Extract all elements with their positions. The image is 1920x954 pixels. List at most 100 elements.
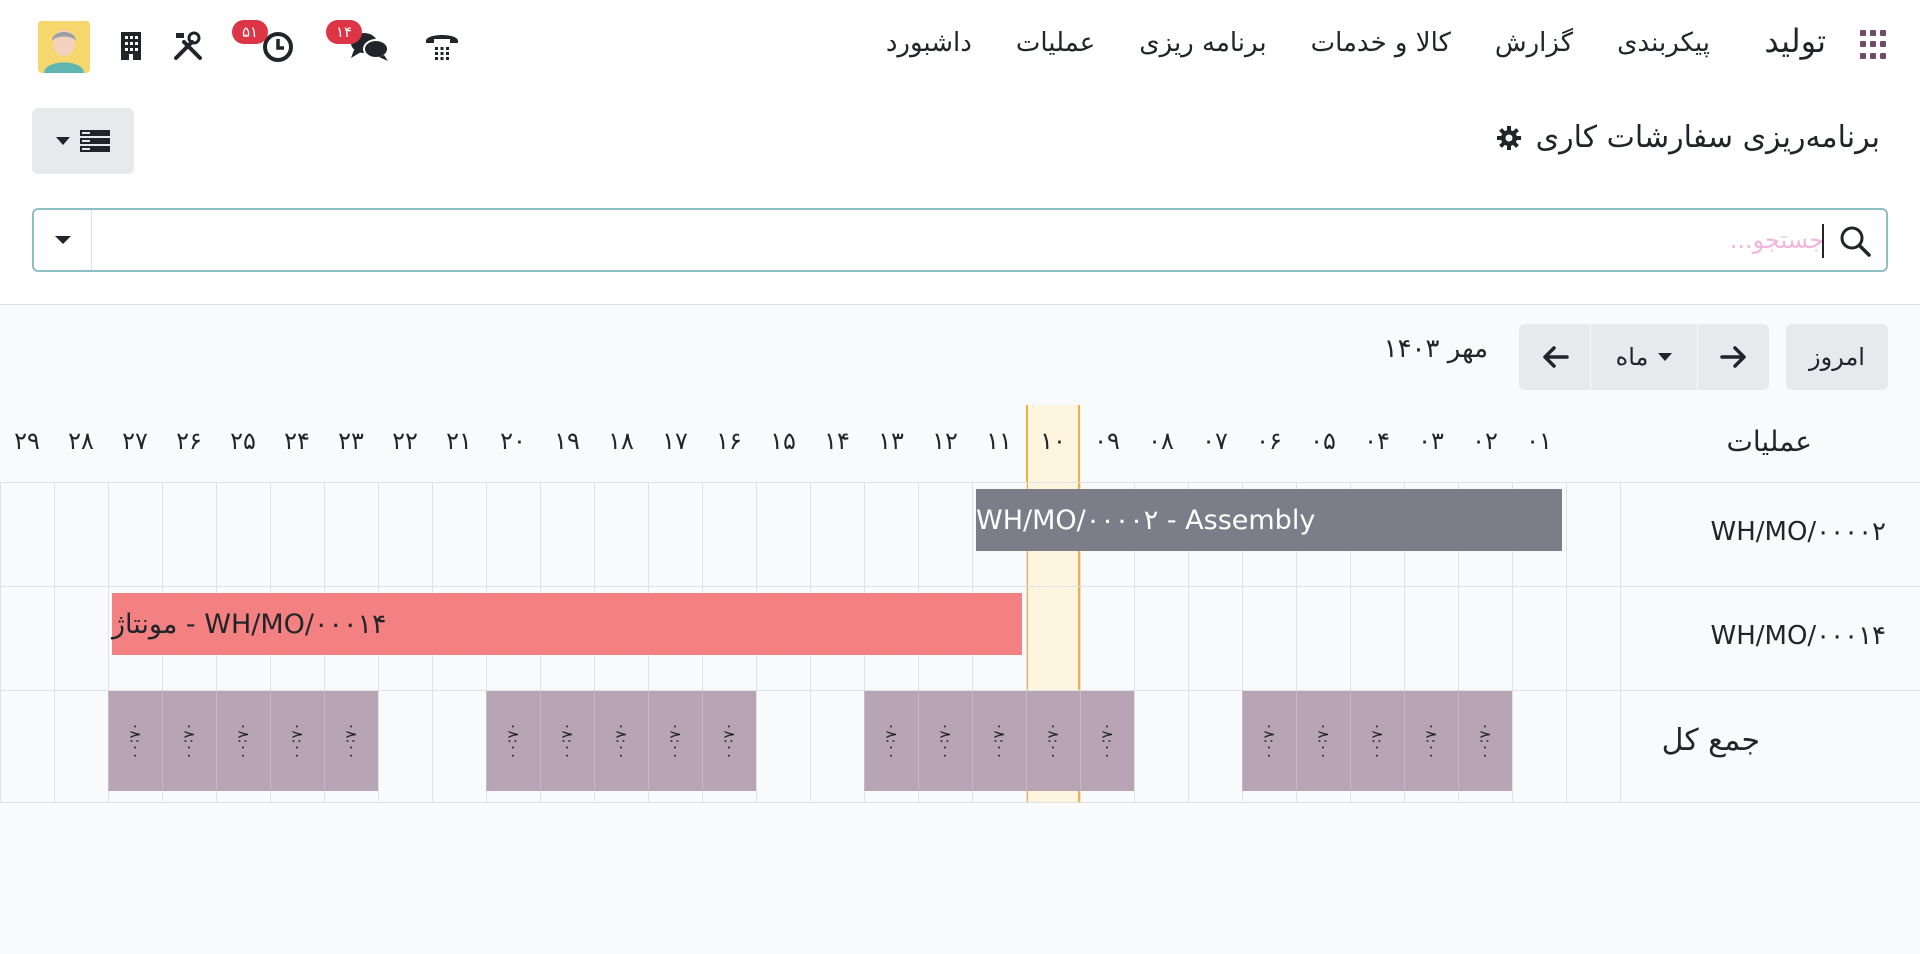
date-range-title: مهر ۱۴۰۳ <box>1383 334 1488 364</box>
total-cell-value: ۰۸:۰۰ <box>126 722 145 760</box>
scale-dropdown[interactable]: ماه <box>1591 324 1697 390</box>
grid-line <box>756 691 757 803</box>
total-cell: ۰۸:۰۰ <box>108 691 162 791</box>
view-switcher-button[interactable] <box>32 108 134 174</box>
grid-line <box>378 691 379 803</box>
grid-line <box>1134 587 1135 691</box>
day-header: ۰۵ <box>1310 427 1336 455</box>
grid-line <box>54 483 55 587</box>
day-header: ۰۶ <box>1256 427 1282 455</box>
day-header: ۲۴ <box>284 427 310 455</box>
task-bar[interactable]: WH/MO/۰۰۰۱۴ - مونتاژ <box>112 593 1022 655</box>
page-title: برنامه‌ریزی سفارشات کاری <box>1496 120 1880 155</box>
grid-line <box>432 483 433 587</box>
grid-line <box>1512 587 1513 691</box>
menu-item-configuration[interactable]: پیکربندی <box>1617 28 1710 64</box>
day-header: ۰۴ <box>1364 427 1390 455</box>
arrow-right-icon <box>1719 346 1746 368</box>
total-cell-value: ۰۸:۰۰ <box>1098 722 1117 760</box>
total-cell: ۰۸:۰۰ <box>648 691 702 791</box>
user-avatar[interactable] <box>38 21 90 73</box>
day-header: ۲۰ <box>500 427 526 455</box>
grid-line <box>108 587 109 691</box>
row-label[interactable]: WH/MO/۰۰۰۱۴ <box>1711 621 1887 651</box>
total-cell-value: ۰۸:۰۰ <box>1476 722 1495 760</box>
grid-line <box>864 483 865 587</box>
menu-item-reporting[interactable]: گزارش <box>1495 28 1573 64</box>
gantt-view-icon <box>80 130 110 152</box>
gear-icon[interactable] <box>1496 125 1522 151</box>
row-label[interactable]: WH/MO/۰۰۰۰۲ <box>1711 517 1887 547</box>
grid-line <box>1512 691 1513 803</box>
menu-item-dashboard[interactable]: داشبورد <box>886 28 972 64</box>
total-cell: ۰۸:۰۰ <box>594 691 648 791</box>
today-button[interactable]: امروز <box>1786 324 1888 390</box>
grid-line <box>1134 691 1135 803</box>
previous-period-button[interactable] <box>1519 324 1591 390</box>
grid-line <box>756 483 757 587</box>
total-cell-value: ۰۸:۰۰ <box>720 722 739 760</box>
grid-line <box>648 483 649 587</box>
day-header: ۰۸ <box>1148 427 1174 455</box>
day-header: ۱۴ <box>824 427 850 455</box>
day-header: ۲۷ <box>122 427 148 455</box>
task-bar[interactable]: WH/MO/۰۰۰۰۲ - Assembly <box>976 489 1562 551</box>
total-cell: ۰۸:۰۰ <box>216 691 270 791</box>
total-cell: ۰۸:۰۰ <box>486 691 540 791</box>
menu-item-planning[interactable]: برنامه ریزی <box>1139 28 1266 64</box>
grid-line <box>972 483 973 587</box>
search-icon[interactable] <box>1838 224 1872 258</box>
day-header: ۱۸ <box>608 427 634 455</box>
grid-line <box>1188 691 1189 803</box>
total-cell-value: ۰۸:۰۰ <box>558 722 577 760</box>
grid-line <box>1080 587 1081 691</box>
day-header: ۱۲ <box>932 427 958 455</box>
day-header: ۱۹ <box>554 427 580 455</box>
gantt-navigation: ماه <box>1519 324 1769 390</box>
next-period-button[interactable] <box>1697 324 1769 390</box>
grid-line <box>1566 483 1567 587</box>
grid-line <box>1566 691 1567 803</box>
grid-line <box>324 483 325 587</box>
grid-line <box>378 483 379 587</box>
total-cell-value: ۰۸:۰۰ <box>882 722 901 760</box>
grid-line <box>702 483 703 587</box>
total-cell: ۰۸:۰۰ <box>864 691 918 791</box>
building-icon[interactable] <box>116 28 146 64</box>
grid-line <box>1242 587 1243 691</box>
grid-line <box>0 483 1 587</box>
total-cell: ۰۸:۰۰ <box>1458 691 1512 791</box>
search-input[interactable] <box>124 220 1824 260</box>
search-options-toggle[interactable] <box>34 210 92 270</box>
grid-line <box>108 483 109 587</box>
total-cell: ۰۸:۰۰ <box>972 691 1026 791</box>
gantt-row: WH/MO/۰۰۰۰۲ WH/MO/۰۰۰۰۲ - Assembly <box>0 483 1920 587</box>
day-header: ۱۰ <box>1040 427 1066 455</box>
activity-badge: ۵۱ <box>232 20 269 44</box>
day-header: ۱۷ <box>662 427 688 455</box>
apps-menu-icon[interactable] <box>1860 30 1890 60</box>
page-title-text: برنامه‌ریزی سفارشات کاری <box>1535 120 1880 155</box>
grid-line <box>810 691 811 803</box>
total-cell: ۰۸:۰۰ <box>918 691 972 791</box>
grid-line <box>594 483 595 587</box>
total-cell: ۰۸:۰۰ <box>270 691 324 791</box>
menu-item-operations[interactable]: عملیات <box>1016 28 1095 64</box>
tools-icon[interactable] <box>170 28 206 64</box>
phone-icon[interactable] <box>420 28 464 64</box>
control-panel: برنامه‌ریزی سفارشات کاری <box>0 92 1920 305</box>
grid-line <box>1350 587 1351 691</box>
menu-item-products[interactable]: کالا و خدمات <box>1311 28 1451 64</box>
text-cursor <box>1822 224 1824 258</box>
grid-line <box>54 587 55 691</box>
total-cell: ۰۸:۰۰ <box>1404 691 1458 791</box>
grid-line <box>1458 587 1459 691</box>
total-cell-value: ۰۸:۰۰ <box>990 722 1009 760</box>
arrow-left-icon <box>1542 346 1569 368</box>
total-cell: ۰۸:۰۰ <box>1296 691 1350 791</box>
scale-label: ماه <box>1615 343 1649 371</box>
app-brand[interactable]: تولید <box>1764 22 1826 60</box>
total-cell-value: ۰۸:۰۰ <box>1314 722 1333 760</box>
messages-badge: ۱۴ <box>326 20 363 44</box>
total-row-label: جمع کل <box>1661 723 1760 758</box>
